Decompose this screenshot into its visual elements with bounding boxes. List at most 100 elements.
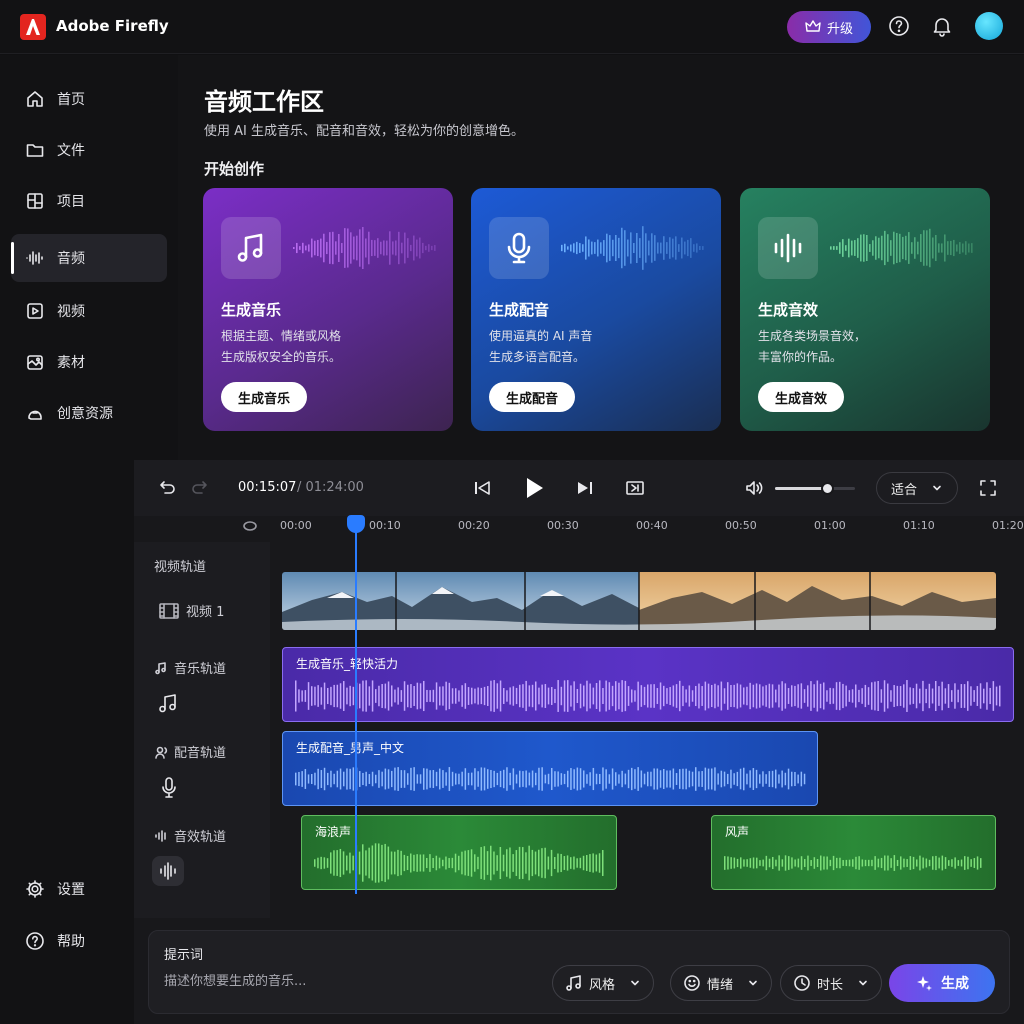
- waveform-bar: [832, 855, 835, 871]
- sidebar-item-files[interactable]: 文件: [11, 126, 167, 174]
- card-generate-sound-effects[interactable]: 生成音效 生成各类场景音效， 丰富你的作品。 生成音效: [740, 188, 990, 431]
- sidebar-item-settings[interactable]: 设置: [11, 865, 167, 913]
- waveform-bar: [866, 235, 868, 261]
- waveform-bar: [784, 772, 787, 786]
- waveform-bar: [557, 680, 559, 712]
- waveform-bar: [752, 684, 755, 708]
- waveform-bar: [704, 767, 707, 791]
- waveform-bar: [362, 772, 364, 786]
- waveform-bar: [503, 769, 505, 789]
- generate-voiceover-button[interactable]: 生成配音: [489, 382, 576, 412]
- waveform-bar: [845, 859, 848, 867]
- generate-button[interactable]: 生成: [889, 964, 995, 1002]
- sidebar-item-help[interactable]: 帮助: [11, 917, 167, 965]
- avatar[interactable]: [975, 12, 1003, 40]
- waveform-graphic: [561, 226, 704, 270]
- waveform-bar: [311, 686, 313, 706]
- waveform-bar: [387, 681, 390, 711]
- volume-icon[interactable]: [744, 478, 764, 498]
- music-note-icon[interactable]: [157, 692, 179, 714]
- video-clip[interactable]: [282, 572, 996, 630]
- waveform-bar: [336, 850, 338, 876]
- waveform-bar: [765, 855, 768, 871]
- skip-forward-icon[interactable]: [575, 478, 595, 498]
- waveform-bar: [384, 843, 386, 883]
- waveform-bar: [413, 235, 415, 261]
- waveform-bar: [868, 859, 870, 867]
- waveform-bar: [487, 769, 489, 789]
- zoom-marker-icon[interactable]: [241, 519, 259, 533]
- waveform-bar: [855, 856, 857, 870]
- card-generate-voiceover[interactable]: 生成配音 使用逼真的 AI 声音 生成多语言配音。 生成配音: [471, 188, 721, 431]
- waveform-bar: [330, 770, 332, 788]
- sfx-clip-waves[interactable]: 海浪声: [301, 815, 617, 890]
- style-dropdown[interactable]: 风格: [552, 965, 655, 1001]
- waveform-bar: [618, 774, 620, 784]
- waveform-bar: [669, 770, 671, 788]
- sidebar-item-label: 首页: [57, 92, 85, 108]
- waveform-bar: [346, 768, 348, 790]
- sfx-clip-wind[interactable]: 风声: [711, 815, 996, 890]
- sidebar-item-audio[interactable]: 音频: [11, 234, 167, 282]
- generate-music-button[interactable]: 生成音乐: [221, 382, 308, 412]
- waveform-bar: [621, 227, 623, 269]
- video-track-label[interactable]: 视频 1: [158, 601, 224, 620]
- waveform-bar: [349, 852, 351, 874]
- waveform-bar: [573, 681, 575, 711]
- sidebar-item-creative-resources[interactable]: 创意资源: [11, 389, 167, 437]
- clip-name: 海浪声: [315, 825, 352, 839]
- card-generate-music[interactable]: 生成音乐 根据主题、情绪或风格 生成版权安全的音乐。 生成音乐: [203, 188, 453, 431]
- volume-slider-handle[interactable]: [821, 482, 834, 495]
- volume-slider[interactable]: [775, 482, 855, 495]
- bell-icon[interactable]: [931, 15, 953, 37]
- voiceover-clip[interactable]: 生成配音_男声_中文: [282, 731, 818, 806]
- waveform-bar: [384, 683, 387, 709]
- waveform-bar: [627, 239, 629, 257]
- adobe-logo[interactable]: [20, 14, 46, 40]
- waveform-bar: [570, 244, 572, 252]
- waveform-bar: [759, 860, 761, 866]
- prompt-input[interactable]: [164, 974, 544, 989]
- playhead-handle[interactable]: [347, 515, 365, 533]
- waveform-bar: [499, 846, 502, 880]
- upgrade-button[interactable]: 升级: [787, 11, 871, 43]
- undo-icon[interactable]: [157, 478, 177, 498]
- time-ruler[interactable]: 00:00 00:10 00:20 00:30 00:40 00:50 01:00 01:10…: [270, 516, 1024, 542]
- redo-icon[interactable]: [190, 478, 210, 498]
- help-icon[interactable]: [888, 15, 910, 37]
- waveform-bar: [522, 847, 524, 879]
- waveform-bar: [960, 859, 963, 867]
- chip-label: 情绪: [707, 977, 734, 993]
- waveform-bar: [375, 689, 377, 703]
- waveform-bar: [772, 856, 774, 870]
- microphone-icon[interactable]: [158, 776, 180, 800]
- next-frame-icon[interactable]: [625, 478, 645, 498]
- zoom-fit-select[interactable]: 适合: [876, 472, 958, 504]
- sound-wave-icon: [758, 217, 818, 279]
- waveform-bar: [432, 769, 435, 789]
- sidebar-item-assets[interactable]: 素材: [11, 338, 167, 386]
- fullscreen-icon[interactable]: [978, 478, 998, 498]
- waveform-bar: [333, 773, 335, 785]
- sidebar-item-home[interactable]: 首页: [11, 75, 167, 123]
- waveform-bar: [429, 770, 431, 788]
- waveform-bar: [295, 772, 297, 786]
- waveform-bar: [800, 771, 803, 787]
- waveform-bar: [451, 688, 454, 704]
- skip-back-icon[interactable]: [472, 478, 492, 498]
- mood-dropdown[interactable]: 情绪: [670, 965, 773, 1001]
- waveform-bar: [717, 773, 719, 785]
- music-clip[interactable]: 生成音乐_轻快活力: [282, 647, 1014, 722]
- waveform-bar: [299, 246, 301, 250]
- duration-dropdown[interactable]: 时长: [780, 965, 883, 1001]
- generate-sound-effects-button[interactable]: 生成音效: [758, 382, 845, 412]
- waveform-bar: [323, 857, 326, 869]
- waveform-bar: [343, 681, 345, 711]
- waveform-bar: [445, 681, 447, 711]
- waveform-bar: [333, 684, 335, 708]
- waveform-bar: [371, 771, 374, 787]
- play-icon[interactable]: [522, 475, 546, 501]
- waveform-bar: [339, 683, 342, 709]
- sidebar-item-video[interactable]: 视频: [11, 287, 167, 335]
- sidebar-item-projects[interactable]: 项目: [11, 177, 167, 225]
